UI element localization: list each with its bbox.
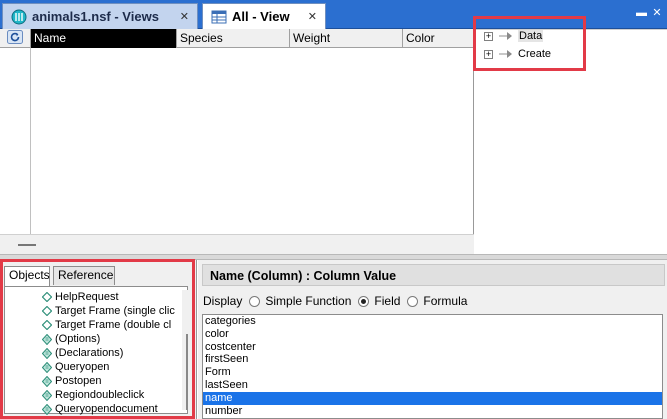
tab-close-icon[interactable]: ✕ <box>180 10 189 23</box>
radio-label[interactable]: Field <box>374 294 400 308</box>
field-item[interactable]: lastSeen <box>203 379 662 392</box>
diamond-event-icon <box>41 319 53 331</box>
tree-item-label: Data <box>518 30 544 42</box>
highlight-box <box>473 16 586 71</box>
column-header-species[interactable]: Species <box>177 29 290 48</box>
view-pane: Name Species Weight Color <box>0 29 474 254</box>
list-item[interactable]: HelpRequest <box>41 290 119 304</box>
field-item[interactable]: categories <box>203 315 662 328</box>
list-item[interactable]: Postopen <box>41 374 101 388</box>
view-grid-icon <box>211 9 227 25</box>
script-diamond-icon <box>41 361 53 373</box>
margin-divider <box>30 48 31 234</box>
tab-close-icon[interactable]: ✕ <box>308 10 317 23</box>
display-options: Display Simple Function Field Formula <box>203 293 467 309</box>
tree-item-create[interactable]: + Create <box>484 47 551 61</box>
window-close-icon[interactable]: ✕ <box>652 8 662 19</box>
tab-animals-views[interactable]: animals1.nsf - Views ✕ <box>2 3 198 29</box>
script-diamond-icon <box>41 389 53 401</box>
programmer-pane: Name (Column) : Column Value Display Sim… <box>198 260 667 419</box>
script-diamond-icon <box>41 333 53 345</box>
script-diamond-icon <box>41 375 53 387</box>
plus-box-icon[interactable]: + <box>484 49 493 59</box>
plus-box-icon[interactable]: + <box>484 31 493 41</box>
scroll-grip-icon[interactable] <box>18 244 36 246</box>
minimize-icon[interactable]: ▬ <box>636 8 647 19</box>
display-label: Display <box>203 294 243 308</box>
field-item[interactable]: number <box>203 405 662 418</box>
editor-title: Name (Column) : Column Value <box>202 264 665 286</box>
column-header-color[interactable]: Color <box>403 29 473 48</box>
script-diamond-icon <box>41 347 53 359</box>
field-item[interactable]: costcenter <box>203 341 662 354</box>
field-item-selected[interactable]: name <box>203 391 662 405</box>
list-item[interactable]: Queryopen <box>41 360 109 374</box>
tab-label: All - View <box>232 9 290 24</box>
column-header-name[interactable]: Name <box>31 29 177 48</box>
radio-field[interactable] <box>358 295 370 307</box>
script-diamond-icon <box>41 403 53 415</box>
list-item[interactable]: Queryopendocument <box>41 402 158 416</box>
field-item[interactable]: color <box>203 328 662 341</box>
list-item[interactable]: Target Frame (single clic <box>41 304 175 318</box>
horizontal-scrollbar[interactable] <box>0 234 474 254</box>
field-item[interactable]: firstSeen <box>203 353 662 366</box>
tab-all-view[interactable]: All - View ✕ <box>202 3 326 29</box>
radio-formula[interactable] <box>407 295 419 307</box>
arrow-node-icon <box>499 50 513 58</box>
arrow-node-icon <box>499 32 513 40</box>
field-item[interactable]: Form <box>203 366 662 379</box>
radio-label[interactable]: Simple Function <box>265 294 351 308</box>
field-list: categories color costcenter firstSeen Fo… <box>202 314 663 419</box>
list-item[interactable]: (Declarations) <box>41 346 123 360</box>
list-item[interactable]: Regiondoubleclick <box>41 388 144 402</box>
list-item[interactable]: (Options) <box>41 332 100 346</box>
tree-item-data[interactable]: + Data <box>484 29 544 43</box>
column-header-weight[interactable]: Weight <box>290 29 403 48</box>
refresh-button[interactable] <box>0 29 31 48</box>
refresh-icon <box>7 30 23 47</box>
diamond-event-icon <box>41 305 53 317</box>
radio-simple-function[interactable] <box>249 295 261 307</box>
tree-item-label: Create <box>518 48 552 60</box>
radio-label[interactable]: Formula <box>423 294 467 308</box>
database-icon <box>11 9 27 25</box>
list-item[interactable]: Target Frame (double cl <box>41 318 171 332</box>
diamond-event-icon <box>41 291 53 303</box>
column-header-row: Name Species Weight Color <box>0 29 474 48</box>
tab-label: animals1.nsf - Views <box>32 9 159 24</box>
